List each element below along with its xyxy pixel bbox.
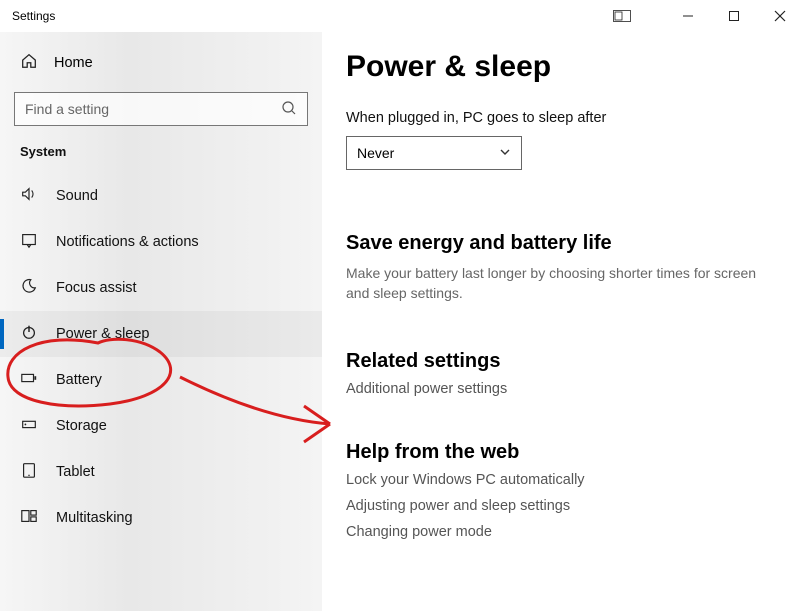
sleep-dropdown[interactable]: Never [346,136,522,170]
search-input[interactable]: Find a setting [14,92,308,126]
minimize-button[interactable] [665,0,711,32]
nav-list: Sound Notifications & actions Focus assi… [0,173,322,541]
help-link-power-mode[interactable]: Changing power mode [346,524,779,540]
sidebar-item-label: Sound [56,188,98,204]
titlebar: Settings [0,0,803,32]
tablet-icon [20,461,38,483]
sidebar-item-notifications[interactable]: Notifications & actions [0,219,322,265]
home-label: Home [54,55,93,71]
dropdown-value: Never [357,145,394,161]
sidebar-item-storage[interactable]: Storage [0,403,322,449]
power-icon [20,323,38,345]
sleep-label: When plugged in, PC goes to sleep after [346,110,779,126]
sidebar-item-label: Focus assist [56,280,137,296]
help-link-adjust-power[interactable]: Adjusting power and sleep settings [346,498,779,514]
content-pane: Power & sleep When plugged in, PC goes t… [322,32,803,611]
sidebar-item-sound[interactable]: Sound [0,173,322,219]
chevron-down-icon [499,145,511,161]
sidebar-item-label: Battery [56,372,102,388]
sidebar-item-battery[interactable]: Battery [0,357,322,403]
section-label: System [0,138,322,173]
search-icon [281,100,297,119]
sidebar-item-label: Storage [56,418,107,434]
energy-heading: Save energy and battery life [346,232,779,255]
close-button[interactable] [757,0,803,32]
window-controls [599,0,803,32]
maximize-button[interactable] [711,0,757,32]
related-link-additional-power[interactable]: Additional power settings [346,381,779,397]
help-link-lock-pc[interactable]: Lock your Windows PC automatically [346,472,779,488]
sidebar-item-focus-assist[interactable]: Focus assist [0,265,322,311]
help-heading: Help from the web [346,441,779,464]
sidebar-item-label: Notifications & actions [56,234,199,250]
related-heading: Related settings [346,350,779,373]
page-heading: Power & sleep [346,50,779,84]
search-placeholder: Find a setting [25,101,109,117]
sidebar-item-label: Power & sleep [56,326,150,342]
energy-text: Make your battery last longer by choosin… [346,263,779,304]
battery-icon [20,369,38,391]
sidebar: Home Find a setting System Sound Notific… [0,32,322,611]
storage-icon [20,415,38,437]
tablet-mode-icon[interactable] [599,0,645,32]
sidebar-item-label: Multitasking [56,510,133,526]
sidebar-item-power-sleep[interactable]: Power & sleep [0,311,322,357]
sidebar-item-multitasking[interactable]: Multitasking [0,495,322,541]
home-nav[interactable]: Home [0,40,322,86]
moon-icon [20,277,38,299]
notification-icon [20,231,38,253]
home-icon [20,52,38,74]
sidebar-item-label: Tablet [56,464,95,480]
volume-icon [20,185,38,207]
sidebar-item-tablet[interactable]: Tablet [0,449,322,495]
multitask-icon [20,507,38,529]
window-title: Settings [12,9,55,23]
